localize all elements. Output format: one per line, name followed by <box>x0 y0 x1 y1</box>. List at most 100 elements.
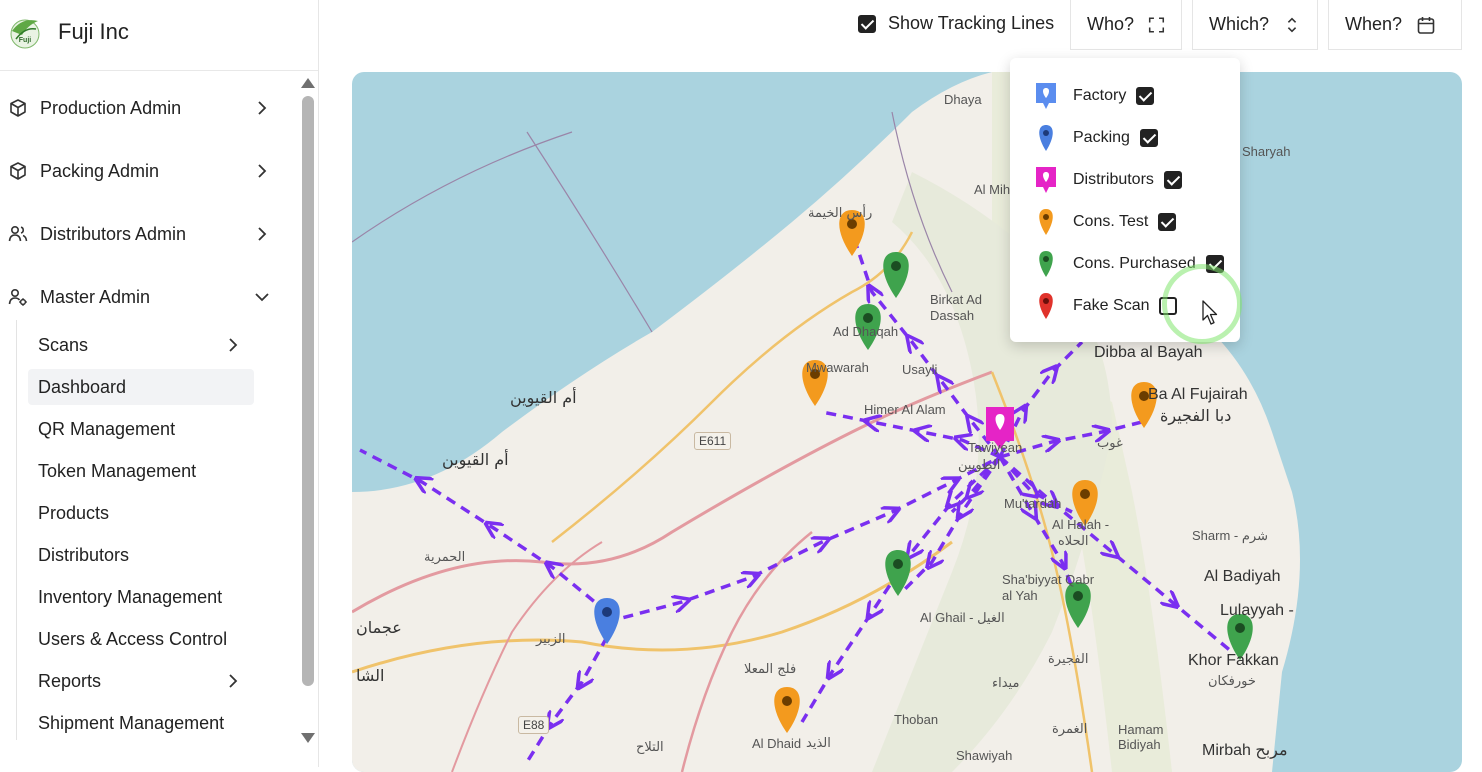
map-canvas[interactable] <box>352 72 1462 772</box>
legend-checkbox-packing[interactable] <box>1139 129 1158 147</box>
sub-item-label: Scans <box>38 334 89 355</box>
sidebar: Fuji Fuji Inc Production Admin Packing A… <box>0 0 319 767</box>
map-label: دبا الفجيرة <box>1160 406 1232 425</box>
chevron-right-icon <box>258 164 267 178</box>
map-label: Ad Dhaqah <box>833 324 899 339</box>
chevron-down-icon <box>255 293 269 302</box>
map-label: Sharyah <box>1242 144 1291 159</box>
box-icon <box>10 99 26 117</box>
map-label: أم القيوين <box>442 450 509 469</box>
who-filter-button[interactable]: Who? <box>1070 0 1182 50</box>
legend-item-label: Distributors <box>1073 171 1154 188</box>
sub-item-label: Products <box>38 502 110 523</box>
which-filter-button[interactable]: Which? <box>1192 0 1318 50</box>
map-label: الحلاه <box>1058 534 1089 549</box>
map-label: Lulayyah - <box>1220 602 1294 619</box>
map-label: Mu'tardah <box>1004 496 1062 511</box>
legend-item-label: Fake Scan <box>1073 297 1150 314</box>
distributors-pin-icon <box>1036 167 1056 193</box>
legend-item-cons-test[interactable]: Cons. Test <box>1034 207 1177 237</box>
nav-master-admin[interactable]: Master Admin <box>0 277 290 317</box>
cons-purchased-pin-icon <box>1039 251 1053 277</box>
show-tracking-lines-checkbox[interactable] <box>858 14 876 33</box>
sub-item-qr-management[interactable]: QR Management <box>28 411 254 447</box>
sub-item-distributors[interactable]: Distributors <box>28 537 254 573</box>
legend-item-fake-scan[interactable]: Fake Scan <box>1034 291 1178 321</box>
legend-checkbox-cons-test[interactable] <box>1158 213 1177 231</box>
map-label: Thoban <box>894 712 939 727</box>
legend-checkbox-distributors[interactable] <box>1163 171 1182 189</box>
map-label: Dibba al Bayah <box>1094 344 1203 361</box>
map-label: ميداء <box>992 676 1020 691</box>
map-label: Tawiyean <box>968 440 1023 455</box>
map-view[interactable]: Dhaya Al Miher Sharyah رأس الخيمة Birkat… <box>352 72 1462 772</box>
sub-item-inventory-management[interactable]: Inventory Management <box>28 579 254 615</box>
legend-item-label: Packing <box>1073 129 1130 146</box>
sub-item-label: Shipment Management <box>38 712 225 733</box>
nav-packing-admin[interactable]: Packing Admin <box>0 151 290 191</box>
map-label: أم القيوين <box>510 388 577 407</box>
map-label: Usayli <box>902 362 938 377</box>
nav-label: Distributors Admin <box>40 223 187 244</box>
road-shield-e611: E611 <box>694 432 732 450</box>
map-label: Birkat Ad Dassah <box>930 292 983 323</box>
nav-label: Production Admin <box>40 97 182 118</box>
nav-production-admin[interactable]: Production Admin <box>0 88 290 128</box>
scroll-up-arrow-icon[interactable] <box>301 78 315 88</box>
map-label: خورفكان <box>1208 674 1256 689</box>
map-label: Al Ghail - الغيل <box>920 610 1005 625</box>
map-label: Hamam Bidiyah <box>1118 722 1164 752</box>
legend-item-packing[interactable]: Packing <box>1034 123 1158 153</box>
sub-item-shipment-management[interactable]: Shipment Management <box>28 705 254 741</box>
user-gear-icon <box>8 288 27 306</box>
map-label: غوب <box>1097 436 1123 451</box>
legend-item-factory[interactable]: Factory <box>1034 81 1155 111</box>
factory-pin-icon <box>1036 83 1056 109</box>
chevron-right-icon <box>229 338 238 352</box>
sub-item-products[interactable]: Products <box>28 495 254 531</box>
map-label: الحمرية <box>424 550 466 565</box>
calendar-icon <box>1417 16 1435 34</box>
chevron-right-icon <box>258 101 267 115</box>
legend-item-distributors[interactable]: Distributors <box>1034 165 1182 195</box>
sub-item-reports[interactable]: Reports <box>28 663 254 699</box>
box-icon <box>10 162 26 180</box>
sub-item-token-management[interactable]: Token Management <box>28 453 254 489</box>
map-label: Mwawarah <box>806 360 869 375</box>
map-label: الطويين <box>958 458 1001 473</box>
sub-item-label: Dashboard <box>38 376 127 397</box>
chevron-right-icon <box>229 674 238 688</box>
legend-item-label: Factory <box>1073 87 1127 104</box>
brand[interactable]: Fuji Fuji Inc <box>8 10 129 54</box>
chevron-up-down-icon <box>1287 17 1297 32</box>
map-label: رأس الخيمة <box>808 206 873 221</box>
show-tracking-lines-toggle[interactable]: Show Tracking Lines <box>858 13 1054 34</box>
chevron-right-icon <box>258 227 267 241</box>
nav-distributors-admin[interactable]: Distributors Admin <box>0 214 290 254</box>
when-filter-label: When? <box>1345 14 1403 34</box>
scroll-down-arrow-icon[interactable] <box>301 733 315 743</box>
map-label: عجمان <box>356 618 402 637</box>
users-icon <box>8 225 28 242</box>
map-label: الفجيرة <box>1048 652 1089 667</box>
map-label: الذيد <box>806 736 831 751</box>
packing-pin-icon <box>1039 125 1053 151</box>
map-label: Dhaya <box>944 92 982 107</box>
road-shield-e88: E88 <box>518 716 550 734</box>
show-tracking-lines-label: Show Tracking Lines <box>888 13 1055 33</box>
sub-item-users-access-control[interactable]: Users & Access Control <box>28 621 254 657</box>
which-filter-label: Which? <box>1209 14 1270 34</box>
nav-label: Packing Admin <box>40 160 160 181</box>
sub-item-dashboard[interactable]: Dashboard <box>28 369 254 405</box>
sub-item-label: Reports <box>38 670 102 691</box>
legend-item-label: Cons. Purchased <box>1073 255 1196 272</box>
when-filter-button[interactable]: When? <box>1328 0 1462 50</box>
map-label: الزبير <box>536 632 566 647</box>
fuji-logo-icon: Fuji <box>10 19 40 49</box>
legend-checkbox-factory[interactable] <box>1136 87 1155 105</box>
sub-item-scans[interactable]: Scans <box>28 327 254 363</box>
brand-divider <box>0 70 318 71</box>
map-label: Shawiyah <box>956 748 1013 763</box>
sidebar-scrollbar-thumb[interactable] <box>302 96 314 686</box>
map-label: Al Halah - <box>1052 517 1110 532</box>
